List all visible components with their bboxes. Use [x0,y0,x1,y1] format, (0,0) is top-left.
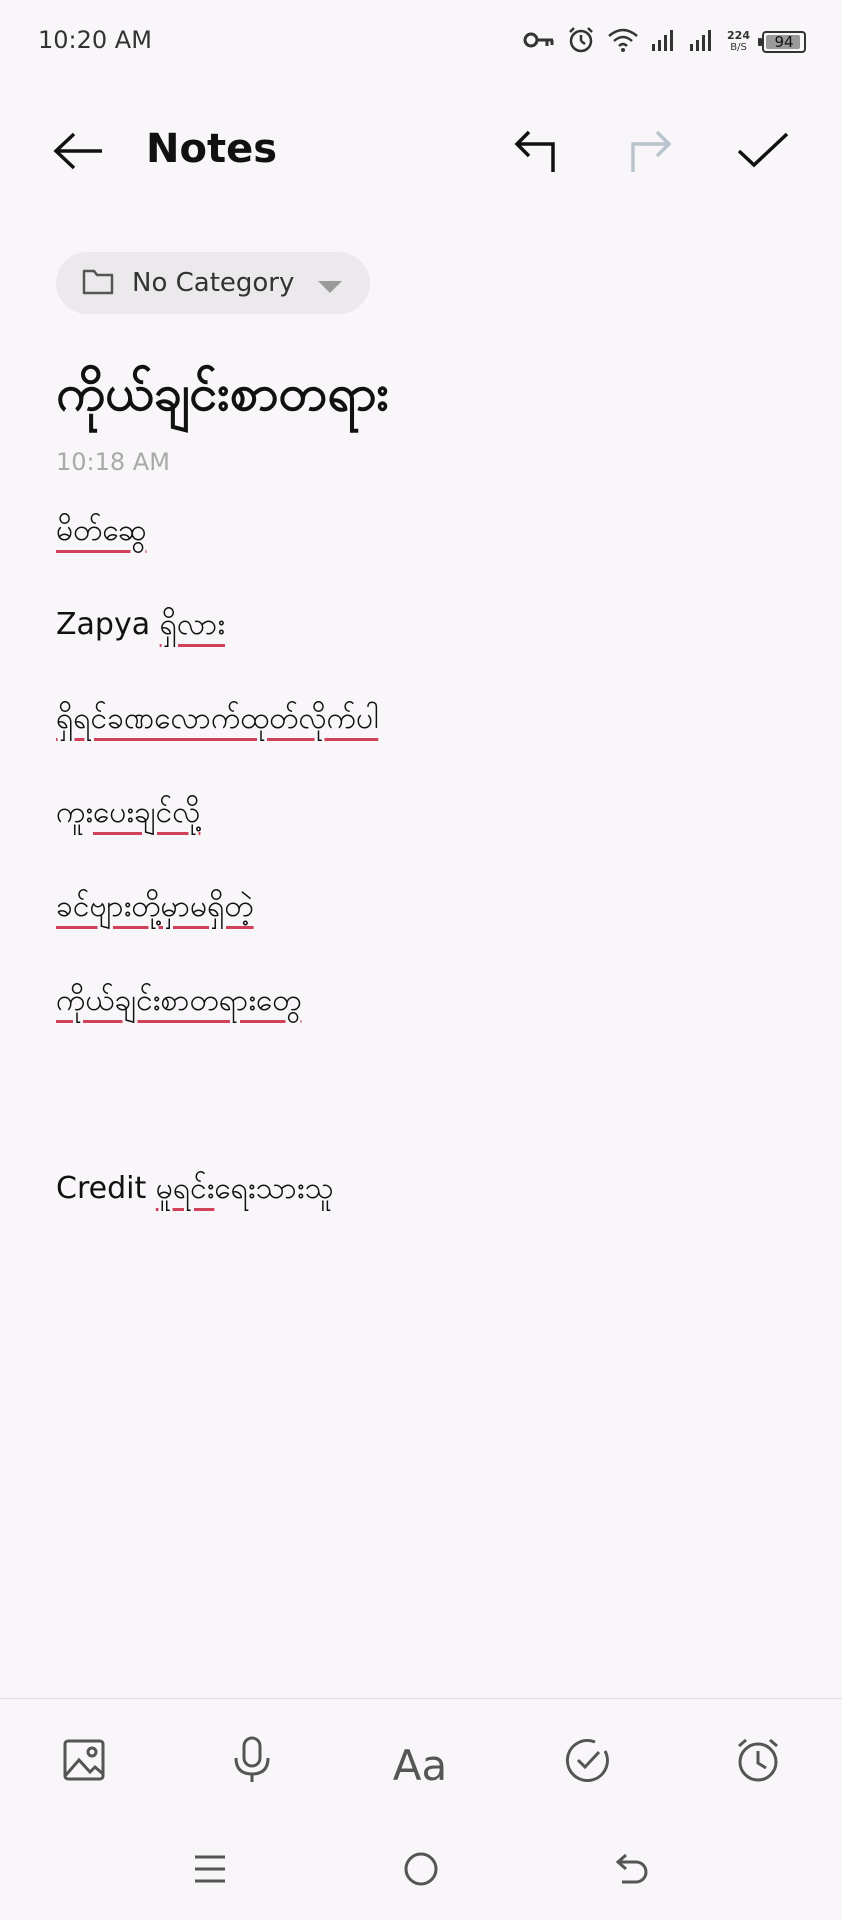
misspelled-word[interactable]: ကိုယ်ချင်းစာတရားတွေ [56,983,301,1018]
note-line[interactable]: ရှိရင်ခဏလောက်ထုတ်လိုက်ပါ [56,696,796,790]
key-icon [523,30,555,54]
note-text: ရေးသားသူ [214,1171,334,1206]
recent-apps-button[interactable] [170,1836,250,1906]
caret-down-icon [318,278,342,297]
home-button[interactable] [381,1836,461,1906]
note-line[interactable]: Credit မူရင်းရေးသားသူ [56,1166,796,1260]
done-button[interactable] [718,108,808,198]
category-dropdown[interactable]: No Category [56,252,370,314]
checklist-icon [565,1737,611,1794]
category-label: No Category [132,268,295,298]
signal-icon [651,28,677,56]
divider [0,1698,842,1699]
checklist-button[interactable] [548,1730,628,1800]
undo-icon [513,128,561,178]
note-line[interactable]: Zapya ရှိလား [56,602,796,696]
status-icons: 224 B/S 94 [523,22,806,62]
misspelled-word[interactable]: မိတ်ဆွေ [56,513,146,548]
note-line[interactable]: ခင်ဗျားတို့မှာမရှိတဲ့ [56,884,796,978]
note-timestamp: 10:18 AM [56,448,170,476]
undo-button[interactable] [492,108,582,198]
misspelled-word[interactable]: ပေးချင်လို့ [93,795,200,830]
note-text: Zapya [56,607,160,642]
misspelled-word[interactable]: ရှိလား [160,607,225,642]
back-button[interactable] [34,108,124,198]
menu-icon [193,1853,227,1889]
network-speed-unit: B/S [730,42,747,53]
note-text: Credit [56,1171,156,1206]
text-format-button[interactable]: Aa [380,1730,460,1800]
status-bar: 10:20 AM 224 B/S 94 [0,0,842,86]
battery-icon: 94 [758,31,806,53]
system-nav-bar [0,1836,842,1906]
note-line-empty[interactable] [56,1072,796,1166]
misspelled-word[interactable]: ရှိရင်ခဏလောက်ထုတ်လိုက်ပါ [56,701,378,736]
page-title: Notes [146,126,278,172]
reminder-icon [734,1736,782,1795]
network-speed: 224 B/S [727,30,750,54]
note-body[interactable]: မိတ်ဆွေ Zapya ရှိလား ရှိရင်ခဏလောက်ထုတ်လိ… [56,508,796,1260]
battery-level: 94 [774,33,794,51]
back-icon [614,1851,650,1891]
text-format-icon: Aa [392,1740,448,1790]
note-text: ကူး [56,795,93,830]
image-icon [62,1738,106,1793]
insert-image-button[interactable] [44,1730,124,1800]
reminder-button[interactable] [718,1730,798,1800]
status-time: 10:20 AM [38,26,152,54]
note-title[interactable]: ကိုယ်ချင်းစာတရား [56,362,389,435]
folder-icon [82,267,114,299]
redo-icon [625,128,673,178]
app-toolbar [0,108,842,198]
misspelled-word[interactable]: ခင်ဗျားတို့မှာမရှိတဲ့ [56,889,254,924]
redo-button[interactable] [604,108,694,198]
voice-input-button[interactable] [212,1730,292,1800]
note-line[interactable]: ကိုယ်ချင်းစာတရားတွေ [56,978,796,1072]
signal-icon [689,28,715,56]
network-speed-value: 224 [727,29,750,42]
alarm-icon [567,26,595,58]
note-line[interactable]: ကူးပေးချင်လို့ [56,790,796,884]
editor-toolbar: Aa [0,1730,842,1800]
misspelled-word[interactable]: မူရင်း [156,1171,215,1206]
microphone-icon [232,1736,272,1795]
home-icon [403,1851,439,1891]
check-icon [736,131,790,175]
arrow-left-icon [52,131,106,175]
nav-back-button[interactable] [592,1836,672,1906]
wifi-icon [607,27,639,57]
note-line[interactable]: မိတ်ဆွေ [56,508,796,602]
